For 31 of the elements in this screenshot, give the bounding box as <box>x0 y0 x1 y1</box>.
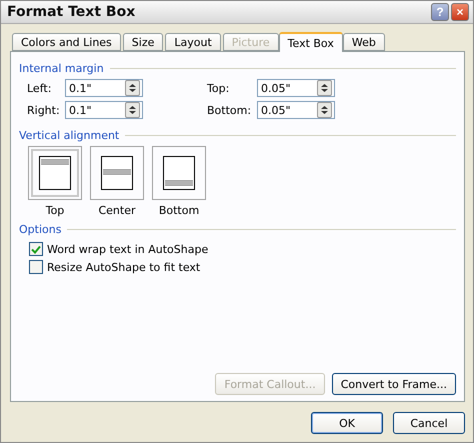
alignment-button[interactable] <box>28 146 82 200</box>
dialog-button[interactable]: Cancel <box>393 412 465 434</box>
alignment-button[interactable] <box>152 146 206 200</box>
tab[interactable]: Text Box <box>278 32 343 52</box>
alignment-icon <box>101 156 133 190</box>
checkbox-label: Resize AutoShape to fit text <box>47 260 200 274</box>
window-title: Format Text Box <box>7 4 136 20</box>
alignment-label: Top <box>46 204 64 217</box>
field-label: Left: <box>27 82 52 94</box>
field-label: Top: <box>207 82 230 94</box>
tab[interactable]: Layout <box>165 33 221 51</box>
group-title: Vertical alignment <box>19 129 120 142</box>
tab[interactable]: Colors and Lines <box>12 33 121 51</box>
alignment-icon <box>39 156 71 190</box>
alignment-label: Bottom <box>158 204 200 217</box>
group-title: Internal margin <box>19 62 104 75</box>
field-label: Right: <box>27 104 61 116</box>
field-label: Bottom: <box>207 104 252 116</box>
dialog-button[interactable]: OK <box>311 412 383 434</box>
close-button[interactable]: × <box>451 3 469 21</box>
alignment-icon <box>163 156 195 190</box>
tab[interactable]: Size <box>122 33 164 51</box>
checkbox-label: Word wrap text in AutoShape <box>47 242 208 256</box>
alignment-label: Center <box>98 204 136 217</box>
checkmark-icon <box>31 244 41 254</box>
group-title: Options <box>19 223 62 236</box>
alignment-button[interactable] <box>90 146 144 200</box>
checkbox[interactable] <box>29 242 43 256</box>
panel-button[interactable]: Convert to Frame... <box>332 373 456 395</box>
tab[interactable]: Web <box>342 33 385 51</box>
checkbox[interactable] <box>29 260 43 274</box>
